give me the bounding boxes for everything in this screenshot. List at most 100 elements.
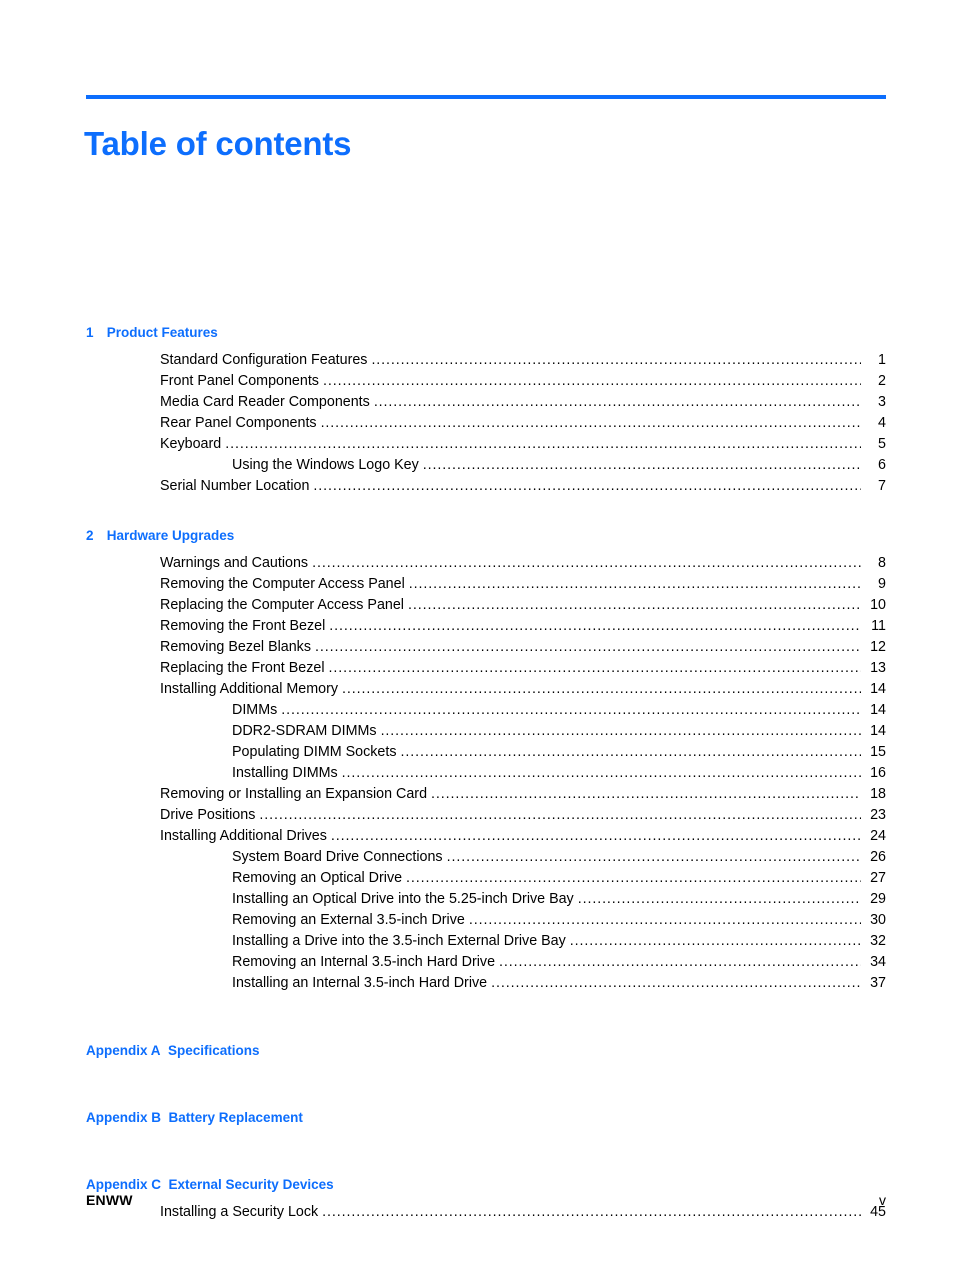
dot-leader: ........................................… bbox=[329, 618, 861, 634]
section-title: Hardware Upgrades bbox=[103, 528, 235, 543]
toc-entry[interactable]: Drive Positions.........................… bbox=[86, 805, 886, 826]
toc-entry-label: DDR2-SDRAM DIMMs bbox=[232, 723, 377, 739]
toc-entry[interactable]: Replacing the Front Bezel...............… bbox=[86, 658, 886, 679]
toc-entry-label: Removing an Internal 3.5-inch Hard Drive bbox=[232, 954, 496, 970]
toc-entry-label: Installing DIMMs bbox=[232, 765, 338, 781]
section-number: 2 bbox=[86, 528, 94, 543]
toc-entry-page-number: 14 bbox=[870, 702, 886, 718]
dot-leader: ........................................… bbox=[491, 975, 861, 991]
toc-entry-label: Replacing the Front Bezel bbox=[160, 660, 325, 676]
toc-entry[interactable]: Replacing the Computer Access Panel.....… bbox=[86, 595, 886, 616]
toc-entry[interactable]: Installing Additional Memory............… bbox=[86, 679, 886, 700]
toc-entry-label: Front Panel Components bbox=[160, 373, 319, 389]
toc-entry-page-number: 11 bbox=[871, 618, 886, 634]
toc-entry[interactable]: Serial Number Location..................… bbox=[86, 476, 886, 497]
toc-entry[interactable]: Warnings and Cautions...................… bbox=[86, 553, 886, 574]
toc-entry[interactable]: Removing an Internal 3.5-inch Hard Drive… bbox=[86, 952, 886, 973]
appendix-heading[interactable]: Appendix A Specifications bbox=[86, 1040, 886, 1061]
toc-entry-label: Rear Panel Components bbox=[160, 415, 317, 431]
toc-entry[interactable]: Removing an External 3.5-inch Drive.....… bbox=[86, 910, 886, 931]
toc-entry[interactable]: Removing the Front Bezel................… bbox=[86, 616, 886, 637]
toc-entry-label: Removing the Computer Access Panel bbox=[160, 576, 405, 592]
dot-leader: ........................................… bbox=[468, 912, 861, 928]
toc-entry[interactable]: Removing the Computer Access Panel......… bbox=[86, 574, 886, 595]
page-footer: ENWW v bbox=[86, 1192, 886, 1208]
entry-group: Standard Configuration Features.........… bbox=[86, 350, 886, 497]
toc-entry-label: Standard Configuration Features bbox=[160, 352, 368, 368]
dot-leader: ........................................… bbox=[408, 576, 861, 592]
toc-entry-label: Removing the Front Bezel bbox=[160, 618, 326, 634]
toc-entry-label: Serial Number Location bbox=[160, 478, 310, 494]
page-title: Table of contents bbox=[84, 125, 352, 163]
section-title: Product Features bbox=[103, 325, 218, 340]
toc-entry-label: Removing an External 3.5-inch Drive bbox=[232, 912, 465, 928]
chapter-heading[interactable]: 1 Product Features bbox=[86, 322, 886, 343]
toc-entry-page-number: 16 bbox=[870, 765, 886, 781]
toc-entry-page-number: 14 bbox=[870, 723, 886, 739]
toc-entry[interactable]: Installing DIMMs........................… bbox=[86, 763, 886, 784]
dot-leader: ........................................… bbox=[312, 555, 861, 571]
toc-entry[interactable]: DDR2-SDRAM DIMMs........................… bbox=[86, 721, 886, 742]
dot-leader: ........................................… bbox=[371, 352, 861, 368]
footer-brand: ENWW bbox=[86, 1192, 133, 1208]
toc-entry[interactable]: Removing Bezel Blanks...................… bbox=[86, 637, 886, 658]
dot-leader: ........................................… bbox=[406, 870, 861, 886]
section-number: 1 bbox=[86, 325, 94, 340]
toc-entry-page-number: 27 bbox=[870, 870, 886, 886]
toc-entry[interactable]: Keyboard................................… bbox=[86, 434, 886, 455]
toc-entry-label: Installing an Optical Drive into the 5.2… bbox=[232, 891, 574, 907]
section-number: Appendix B bbox=[86, 1110, 162, 1125]
footer-page-number: v bbox=[879, 1192, 886, 1208]
toc-entry[interactable]: Removing an Optical Drive...............… bbox=[86, 868, 886, 889]
toc-entry[interactable]: Standard Configuration Features.........… bbox=[86, 350, 886, 371]
chapter-section: 2 Hardware Upgrades Warnings and Cautions… bbox=[86, 525, 886, 994]
dot-leader: ........................................… bbox=[422, 457, 861, 473]
document-page: Table of contents 1 Product Features Stan… bbox=[0, 0, 954, 1270]
dot-leader: ........................................… bbox=[400, 744, 861, 760]
dot-leader: ........................................… bbox=[431, 786, 861, 802]
toc-entry-label: Installing Additional Drives bbox=[160, 828, 327, 844]
toc-entry-label: Keyboard bbox=[160, 436, 222, 452]
toc-entry[interactable]: Using the Windows Logo Key..............… bbox=[86, 455, 886, 476]
appendix-heading[interactable]: Appendix B Battery Replacement bbox=[86, 1107, 886, 1128]
toc-entry-page-number: 2 bbox=[878, 373, 886, 389]
section-title: External Security Devices bbox=[161, 1177, 334, 1192]
entry-group: Warnings and Cautions...................… bbox=[86, 553, 886, 994]
toc-entry-label: Removing Bezel Blanks bbox=[160, 639, 311, 655]
section-number: Appendix A bbox=[86, 1043, 161, 1058]
toc-entry-label: DIMMs bbox=[232, 702, 278, 718]
toc-entry-label: Installing Additional Memory bbox=[160, 681, 339, 697]
toc-entry-page-number: 30 bbox=[870, 912, 886, 928]
toc-entry-page-number: 5 bbox=[878, 436, 886, 452]
dot-leader: ........................................… bbox=[373, 394, 861, 410]
toc-entry-page-number: 9 bbox=[878, 576, 886, 592]
toc-entry[interactable]: Media Card Reader Components............… bbox=[86, 392, 886, 413]
toc-entry-page-number: 18 bbox=[870, 786, 886, 802]
toc-entry[interactable]: Populating DIMM Sockets.................… bbox=[86, 742, 886, 763]
toc-entry[interactable]: Rear Panel Components...................… bbox=[86, 413, 886, 434]
toc-entry[interactable]: Installing an Internal 3.5-inch Hard Dri… bbox=[86, 973, 886, 994]
dot-leader: ........................................… bbox=[328, 660, 861, 676]
dot-leader: ........................................… bbox=[322, 373, 861, 389]
toc-entry[interactable]: Removing or Installing an Expansion Card… bbox=[86, 784, 886, 805]
toc-entry[interactable]: Installing Additional Drives............… bbox=[86, 826, 886, 847]
toc-entry-page-number: 13 bbox=[870, 660, 886, 676]
chapter-section: 1 Product Features Standard Configuration… bbox=[86, 322, 886, 497]
toc-entry-label: Replacing the Computer Access Panel bbox=[160, 597, 404, 613]
toc-entry-label: Drive Positions bbox=[160, 807, 256, 823]
dot-leader: ........................................… bbox=[320, 415, 861, 431]
toc-entry[interactable]: Installing an Optical Drive into the 5.2… bbox=[86, 889, 886, 910]
toc-entry-page-number: 6 bbox=[878, 457, 886, 473]
toc-entry-label: System Board Drive Connections bbox=[232, 849, 443, 865]
toc-entry[interactable]: DIMMs...................................… bbox=[86, 700, 886, 721]
toc-entry[interactable]: Front Panel Components..................… bbox=[86, 371, 886, 392]
toc-entry-page-number: 37 bbox=[870, 975, 886, 991]
chapter-heading[interactable]: 2 Hardware Upgrades bbox=[86, 525, 886, 546]
dot-leader: ........................................… bbox=[569, 933, 861, 949]
toc-entry-page-number: 34 bbox=[870, 954, 886, 970]
toc-entry[interactable]: Installing a Drive into the 3.5-inch Ext… bbox=[86, 931, 886, 952]
toc-entry-page-number: 12 bbox=[870, 639, 886, 655]
toc-entry-page-number: 10 bbox=[870, 597, 886, 613]
toc-entry-label: Removing or Installing an Expansion Card bbox=[160, 786, 428, 802]
toc-entry[interactable]: System Board Drive Connections..........… bbox=[86, 847, 886, 868]
